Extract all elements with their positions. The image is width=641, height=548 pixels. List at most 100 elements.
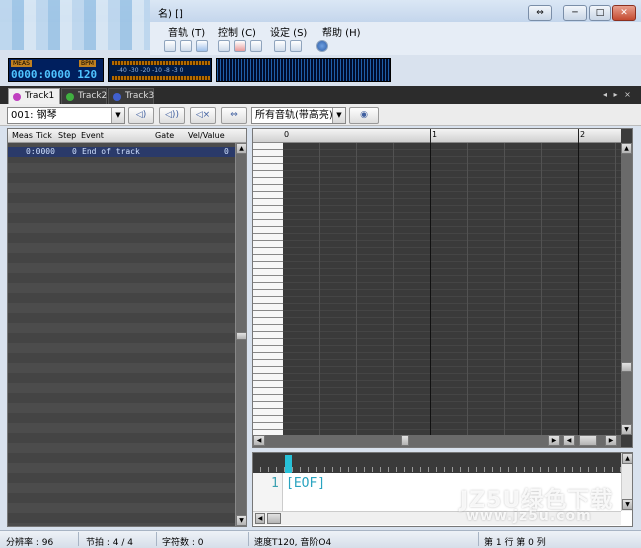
- save-icon[interactable]: [274, 40, 286, 52]
- mml-line-number: 1: [271, 476, 279, 491]
- track-filter-value: 所有音轨(带高亮): [255, 110, 333, 121]
- delete-icon[interactable]: [234, 40, 246, 52]
- open-icon[interactable]: [250, 40, 262, 52]
- blurred-app-logo: [0, 0, 150, 50]
- scroll-up-icon[interactable]: ▲: [236, 143, 247, 154]
- scroll-left-icon[interactable]: ◀: [253, 435, 265, 446]
- mml-ruler: [253, 453, 621, 473]
- chevron-down-icon[interactable]: ▼: [332, 108, 345, 123]
- event-position: 0:0000: [26, 147, 55, 156]
- tab-navigation[interactable]: ◂ ▸ ×: [603, 90, 633, 99]
- column-gate[interactable]: Gate: [155, 129, 174, 142]
- info-icon[interactable]: [316, 40, 328, 52]
- eye-icon[interactable]: ◉: [349, 107, 379, 124]
- link-icon[interactable]: ⇔: [221, 107, 247, 124]
- chevron-down-icon[interactable]: ▼: [111, 108, 124, 123]
- scroll-left-icon[interactable]: ◀: [255, 513, 265, 524]
- track2-color-icon: [66, 93, 74, 101]
- column-vel-value[interactable]: Vel/Value: [188, 129, 225, 142]
- status-resolution: 分辨率 : 96: [6, 538, 54, 548]
- instrument-value: 001: 钢琴: [11, 110, 57, 121]
- print-icon[interactable]: [290, 40, 302, 52]
- speaker-icon[interactable]: ◁): [128, 107, 154, 124]
- ruler-mark-0: 0: [284, 130, 290, 139]
- scroll-down-icon[interactable]: ▼: [622, 499, 633, 510]
- level-bar-right: [112, 76, 210, 80]
- note-grid[interactable]: [283, 143, 621, 435]
- restore-icon[interactable]: ⇔: [528, 5, 552, 21]
- zoom-in-icon[interactable]: ▶: [605, 435, 617, 446]
- stop-icon[interactable]: [180, 40, 192, 52]
- scroll-thumb[interactable]: [621, 362, 632, 372]
- track3-color-icon: [113, 93, 121, 101]
- zoom-out-icon[interactable]: ◀: [563, 435, 575, 446]
- bpm-label: BPM: [79, 60, 96, 67]
- window-title: 名) []: [158, 9, 183, 20]
- status-char-count: 字符数 : 0: [162, 538, 204, 548]
- scroll-up-icon[interactable]: ▲: [622, 453, 633, 464]
- meas-label: MEAS: [11, 60, 32, 67]
- menu-control[interactable]: 控制 (C): [218, 24, 256, 39]
- ruler-tick: [578, 129, 579, 143]
- play-pause-icon[interactable]: [164, 40, 176, 52]
- track1-color-icon: [13, 93, 21, 101]
- scroll-up-icon[interactable]: ▲: [621, 143, 632, 154]
- scroll-down-icon[interactable]: ▼: [236, 515, 247, 526]
- menu-track[interactable]: 音轨 (T): [168, 24, 205, 39]
- status-tempo: 速度T120, 音阶O4: [254, 538, 332, 548]
- tab-track3-label: Track3: [125, 91, 155, 101]
- event-list-scrollbar[interactable]: ▲ ▼: [235, 143, 247, 526]
- column-step[interactable]: Step: [58, 129, 76, 142]
- toolbar: [150, 38, 641, 55]
- position-display: MEAS BPM 0000:0000 120: [8, 58, 104, 82]
- forward-icon[interactable]: [196, 40, 208, 52]
- menu-bar: 音轨 (T) 控制 (C) 设定 (S) 帮助 (H): [150, 22, 641, 39]
- event-name: End of track: [82, 147, 140, 156]
- tab-track3[interactable]: Track3: [108, 88, 154, 104]
- column-tick[interactable]: Tick: [36, 129, 52, 142]
- status-beat: 节拍 : 4 / 4: [86, 538, 133, 548]
- close-button[interactable]: ✕: [612, 5, 636, 21]
- zoom-thumb[interactable]: [579, 435, 597, 446]
- event-step: 0: [72, 147, 77, 156]
- measure-ruler[interactable]: 0 1 2: [253, 129, 621, 143]
- mml-position-marker[interactable]: [285, 455, 292, 473]
- status-divider: [248, 532, 249, 546]
- ruler-mark-1: 1: [432, 130, 438, 139]
- scroll-right-icon[interactable]: ▶: [548, 435, 560, 446]
- event-value: 0: [224, 147, 229, 156]
- instrument-select[interactable]: 001: 钢琴 ▼: [7, 107, 125, 124]
- mml-text-input[interactable]: [EOF]: [286, 476, 325, 491]
- column-meas[interactable]: Meas: [12, 129, 33, 142]
- minimize-button[interactable]: ─: [563, 5, 587, 21]
- track-filter-select[interactable]: 所有音轨(带高亮) ▼: [251, 107, 346, 124]
- speaker-solo-icon[interactable]: ◁)): [159, 107, 185, 124]
- meter-scale: -40 -30 -20 -10 -8 -3 0: [117, 67, 184, 74]
- piano-keyboard[interactable]: [253, 143, 283, 435]
- piano-roll-vscrollbar[interactable]: ▲ ▼: [621, 143, 632, 435]
- table-row[interactable]: 0:0000 0 End of track 0: [8, 147, 235, 157]
- scroll-thumb[interactable]: [267, 513, 281, 524]
- scroll-thumb[interactable]: [236, 332, 247, 340]
- level-meter: -40 -30 -20 -10 -8 -3 0: [108, 58, 212, 82]
- scroll-thumb[interactable]: [401, 435, 409, 446]
- new-icon[interactable]: [218, 40, 230, 52]
- event-list-header: Meas Tick Step Event Gate Vel/Value: [8, 129, 246, 143]
- ruler-mark-2: 2: [580, 130, 586, 139]
- maximize-button[interactable]: □: [589, 5, 611, 21]
- menu-help[interactable]: 帮助 (H): [322, 24, 361, 39]
- column-event[interactable]: Event: [81, 129, 104, 142]
- event-list-body[interactable]: [8, 143, 235, 526]
- watermark-url: www.jz5u.com: [466, 508, 592, 524]
- speaker-mute-icon[interactable]: ◁×: [190, 107, 216, 124]
- status-cursor: 第 1 行 第 0 列: [484, 538, 546, 548]
- scroll-down-icon[interactable]: ▼: [621, 424, 632, 435]
- mml-vscrollbar[interactable]: ▲ ▼: [621, 453, 633, 511]
- menu-settings[interactable]: 设定 (S): [270, 24, 307, 39]
- bar-line: [578, 143, 579, 435]
- tab-track2[interactable]: Track2: [61, 88, 107, 104]
- tab-track1[interactable]: Track1: [8, 88, 60, 104]
- piano-roll-hscrollbar[interactable]: ◀ ▶ ◀ ▶: [253, 435, 621, 447]
- status-divider: [78, 532, 79, 546]
- status-divider: [478, 532, 479, 546]
